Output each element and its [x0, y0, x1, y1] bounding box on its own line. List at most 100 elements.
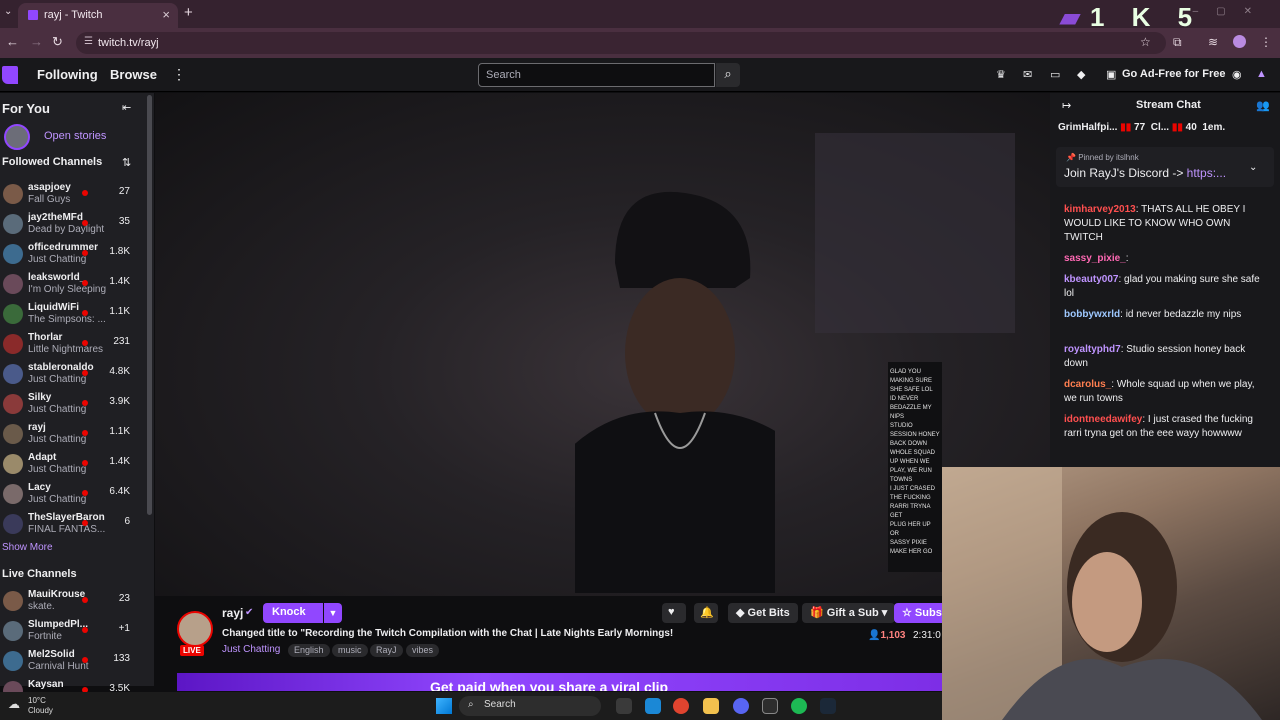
chat-username[interactable]: kbeauty007 — [1064, 274, 1118, 285]
chat-users-icon[interactable]: 👥 — [1256, 99, 1270, 112]
following-link[interactable]: Following — [37, 67, 98, 82]
chat-username[interactable]: idontneedawifey — [1064, 414, 1142, 425]
expand-pinned-icon[interactable]: ⌄ — [1249, 162, 1257, 173]
live-channel-item[interactable]: SlumpedPl... Fortnite +1 — [0, 617, 150, 647]
sort-icon[interactable]: ⇅ — [122, 156, 131, 169]
window-controls[interactable]: –▢✕ — [1193, 6, 1270, 17]
twitch-logo-icon[interactable] — [2, 66, 18, 84]
chat-username[interactable]: dcarolus_ — [1064, 379, 1111, 390]
chat-message: idontneedawifey: I just crased the fucki… — [1064, 414, 1253, 439]
channel-avatar[interactable] — [177, 611, 213, 647]
viewer-count: 1.1K — [109, 306, 130, 317]
new-tab-icon[interactable]: + — [184, 4, 193, 21]
reload-icon[interactable]: ↻ — [52, 34, 63, 50]
close-tab-icon[interactable]: × — [162, 7, 170, 22]
knock-button[interactable]: Knock — [263, 603, 323, 623]
avatar-icon[interactable]: ◉ — [1232, 68, 1242, 81]
chat-username[interactable]: kimharvey2013 — [1064, 204, 1136, 215]
tag-english[interactable]: English — [288, 644, 330, 657]
profile-avatar-icon[interactable] — [1233, 35, 1246, 48]
followed-channel-item[interactable]: officedrummer Just Chatting 1.8K — [0, 240, 150, 270]
back-icon[interactable]: ← — [6, 34, 19, 49]
sidebar-scrollbar[interactable] — [147, 95, 152, 515]
pinned-text: Join RayJ's Discord -> — [1064, 166, 1184, 180]
whispers-icon[interactable]: ▭ — [1050, 68, 1060, 81]
edge-icon[interactable] — [645, 698, 661, 714]
windows-start-icon[interactable] — [436, 698, 452, 714]
browser-menu-icon[interactable]: ⋮ — [1260, 35, 1272, 49]
notifications-bell-icon[interactable]: 🔔 — [694, 603, 718, 623]
subscribe-button[interactable]: ☆ Subs — [894, 603, 942, 623]
more-menu-icon[interactable]: ⋮ — [172, 66, 186, 83]
site-info-icon[interactable]: ☰ — [84, 36, 93, 47]
taskbar-search[interactable]: ⌕ Search — [459, 696, 601, 716]
prime-crown-icon[interactable]: ♛ — [996, 68, 1006, 81]
channel-name[interactable]: rayj — [222, 606, 243, 620]
followed-channel-item[interactable]: Silky Just Chatting 3.9K — [0, 390, 150, 420]
tag-rayj[interactable]: RayJ — [370, 644, 403, 657]
live-indicator-icon — [82, 310, 88, 316]
live-channel-item[interactable]: MauiKrouse skate. 23 — [0, 587, 150, 617]
channel-game: Fortnite — [28, 631, 62, 642]
open-stories-link[interactable]: Open stories — [44, 130, 106, 142]
followed-channel-item[interactable]: rayj Just Chatting 1.1K — [0, 420, 150, 450]
browser-tab[interactable]: rayj - Twitch × — [18, 3, 178, 28]
follow-heart-icon[interactable]: ♥ — [662, 603, 686, 623]
viewer-count: 231 — [113, 336, 130, 347]
search-icon: ⌕ — [468, 699, 474, 710]
chat-message: kbeauty007: glad you making sure she saf… — [1064, 274, 1260, 299]
followed-channel-item[interactable]: TheSlayerBaron FINAL FANTAS... 6 — [0, 510, 150, 540]
category-link[interactable]: Just Chatting — [222, 644, 280, 655]
get-bits-button[interactable]: ◆ Get Bits — [728, 603, 798, 623]
tag-vibes[interactable]: vibes — [406, 644, 440, 657]
promo-banner[interactable]: Get paid when you share a viral clip — [177, 673, 942, 691]
file-explorer-icon[interactable] — [703, 698, 719, 714]
discord-icon[interactable] — [733, 698, 749, 714]
collapse-sidebar-icon[interactable]: ⇤ — [122, 101, 131, 114]
followed-channel-item[interactable]: LiquidWiFi The Simpsons: ... 1.1K — [0, 300, 150, 330]
live-channel-item[interactable]: Mel2Solid Carnival Hunt 133 — [0, 647, 150, 677]
tag-music[interactable]: music — [332, 644, 368, 657]
followed-channel-item[interactable]: leaksworld_ I'm Only Sleeping 1.4K — [0, 270, 150, 300]
spotify-icon[interactable] — [791, 698, 807, 714]
viewer-count: 4.8K — [109, 366, 130, 377]
stories-avatar[interactable] — [4, 124, 30, 150]
followed-channel-item[interactable]: jay2theMFd Dead by Daylight 35 — [0, 210, 150, 240]
chat-username[interactable]: royaltyphd7 — [1064, 344, 1121, 355]
chat-username[interactable]: bobbywxrld — [1064, 309, 1120, 320]
followed-channel-item[interactable]: asapjoey Fall Guys 27 — [0, 180, 150, 210]
bookmark-star-icon[interactable]: ☆ — [1140, 35, 1151, 49]
followed-channel-item[interactable]: Thorlar Little Nightmares 231 — [0, 330, 150, 360]
weather-temp[interactable]: 10°C — [28, 696, 46, 705]
obs-icon[interactable] — [762, 698, 778, 714]
bits-icon[interactable]: ◆ — [1077, 68, 1085, 81]
browse-link[interactable]: Browse — [110, 67, 157, 82]
gift-sub-button[interactable]: 🎁 Gift a Sub ▾ — [802, 603, 896, 623]
extensions-icon[interactable]: ⧉ — [1173, 35, 1182, 50]
followed-channel-item[interactable]: Adapt Just Chatting 1.4K — [0, 450, 150, 480]
channel-name: SlumpedPl... — [28, 619, 89, 630]
chat-username[interactable]: sassy_pixie_ — [1064, 253, 1126, 264]
inbox-icon[interactable]: ✉ — [1023, 68, 1032, 81]
pinned-link[interactable]: https:... — [1187, 166, 1226, 180]
chrome-icon[interactable] — [673, 698, 689, 714]
user-menu-icon[interactable]: ▲ — [1256, 68, 1267, 80]
channel-name: leaksworld_ — [28, 272, 86, 283]
tab-search-icon[interactable]: ⌄ — [4, 6, 12, 17]
knock-dropdown-icon[interactable]: ▼ — [324, 603, 342, 623]
search-input[interactable]: Search — [478, 63, 715, 87]
show-more-link[interactable]: Show More — [2, 542, 53, 553]
tab-groups-icon[interactable]: ≋ — [1208, 35, 1218, 49]
collapse-chat-icon[interactable]: ↦ — [1062, 99, 1071, 112]
forward-icon[interactable]: → — [30, 34, 43, 49]
steam-icon[interactable] — [820, 698, 836, 714]
chat-message: royaltyphd7: Studio session honey back d… — [1064, 344, 1246, 369]
task-view-icon[interactable] — [616, 698, 632, 714]
search-icon[interactable]: ⌕ — [716, 63, 740, 87]
url-field[interactable]: ☰ twitch.tv/rayj — [76, 32, 1166, 54]
gift-leaderboard[interactable]: GrimHalfpi... ▮▮ 77 Cl... ▮▮ 40 1em. — [1058, 122, 1280, 133]
go-ad-free-button[interactable]: Go Ad-Free for Free — [1122, 68, 1226, 80]
followed-channel-item[interactable]: Lacy Just Chatting 6.4K — [0, 480, 150, 510]
followed-channel-item[interactable]: stableronaldo Just Chatting 4.8K — [0, 360, 150, 390]
viewer-count: 27 — [118, 186, 130, 197]
